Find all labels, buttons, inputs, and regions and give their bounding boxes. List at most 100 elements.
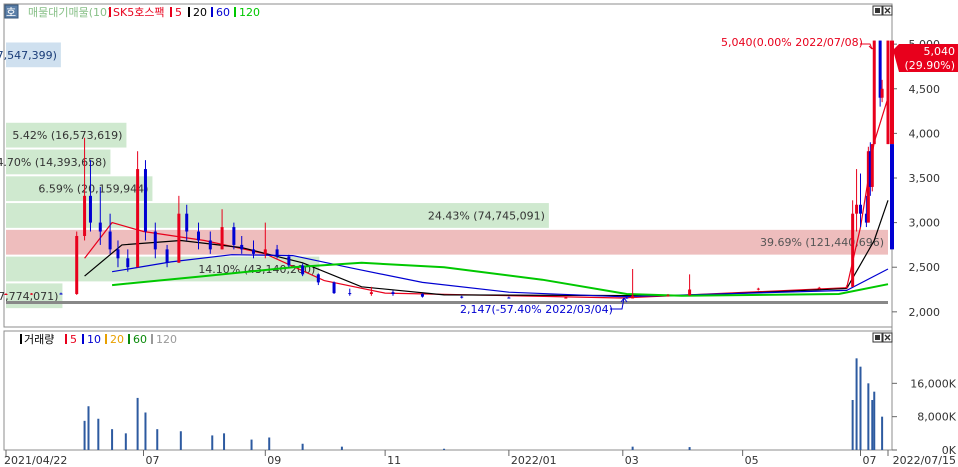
- candle-body: [263, 249, 267, 254]
- chart-canvas: 2.47% (7,547,399)5.42% (16,573,619)4.70%…: [0, 3, 958, 467]
- volume-bar: [97, 418, 100, 450]
- volume-profile-label: 5.42% (16,573,619): [12, 129, 122, 142]
- volume-bar: [881, 416, 884, 450]
- candle-body: [30, 293, 34, 295]
- candle-body: [625, 297, 629, 299]
- window-restore-icon[interactable]: [872, 332, 883, 343]
- volume-bar: [301, 443, 304, 450]
- date-tick-label: 2022/07/15: [893, 454, 956, 467]
- legend-vol-ma120[interactable]: 120: [156, 333, 177, 346]
- candle-body: [197, 231, 201, 241]
- candle-body: [208, 240, 212, 250]
- volume-profile-label: 6.59% (20,159,944): [38, 183, 148, 196]
- candle-body: [232, 227, 236, 245]
- legend-vol-ma20[interactable]: 20: [110, 333, 124, 346]
- volume-bar: [268, 437, 271, 450]
- candle-body: [316, 274, 320, 283]
- volume-profile-label: 2.47% (7,547,399): [0, 49, 57, 62]
- candle-body: [391, 292, 395, 294]
- volume-bar: [873, 391, 876, 450]
- volume-bar: [443, 448, 446, 450]
- volume-bar: [144, 412, 147, 450]
- date-tick-label: 09: [267, 454, 281, 467]
- svg-text:호: 호: [6, 6, 16, 19]
- candle-body: [460, 296, 464, 298]
- candle-body: [564, 297, 568, 299]
- candle-body: [4, 293, 8, 295]
- date-tick-label: 03: [625, 454, 639, 467]
- current-price: 5,040: [924, 45, 956, 58]
- candle-body: [75, 235, 79, 294]
- candle-body: [108, 231, 112, 250]
- candle-body: [880, 88, 884, 98]
- legend-swatch: [105, 334, 107, 344]
- volume-bar: [250, 439, 253, 450]
- legend-volume[interactable]: 거래량: [24, 333, 54, 346]
- date-tick-label: 07: [862, 454, 876, 467]
- low-annotation: 2,147(-57.40% 2022/03/04): [460, 303, 613, 316]
- candle-body: [756, 288, 760, 290]
- window-restore-icon[interactable]: [872, 5, 883, 16]
- candle-body: [666, 295, 670, 297]
- candle-body: [143, 169, 147, 232]
- candle-body: [870, 144, 874, 187]
- legend-swatch: [170, 7, 172, 17]
- candle-body: [126, 258, 130, 268]
- volume-bar: [124, 433, 127, 450]
- candle-body: [136, 169, 140, 268]
- legend-swatch: [20, 334, 22, 344]
- date-tick-label: 2022/01: [511, 454, 557, 467]
- candle-body: [98, 222, 102, 232]
- candle-body: [153, 231, 157, 250]
- volume-bar: [111, 429, 114, 450]
- legend-swatch: [211, 7, 213, 17]
- candle-body: [252, 249, 256, 254]
- legend-stock-name[interactable]: SK5호스팩: [113, 6, 165, 19]
- volume-axis: 0K8,000K16,000K: [892, 377, 957, 457]
- candle-body: [817, 287, 821, 289]
- current-price-box: 5,040 (29.90%): [893, 44, 958, 72]
- price-tick-label: 3,500: [909, 172, 941, 185]
- volume-bar: [340, 446, 343, 450]
- current-change: (29.90%): [904, 59, 955, 72]
- legend-vol-ma60[interactable]: 60: [133, 333, 147, 346]
- volume-bar: [211, 435, 214, 450]
- candle-body: [185, 213, 189, 232]
- candle-body: [88, 195, 92, 223]
- legend-ma5[interactable]: 5: [175, 6, 182, 19]
- candle-body: [507, 297, 511, 299]
- date-tick-label: 05: [745, 454, 759, 467]
- corner-button[interactable]: 호: [4, 4, 19, 19]
- legend-ma120[interactable]: 120: [239, 6, 260, 19]
- current-candle-body: [890, 144, 894, 250]
- high-annotation: 5,040(0.00% 2022/07/08): [721, 36, 863, 49]
- candle-body: [287, 256, 291, 266]
- volume-bar: [859, 366, 862, 450]
- candle-body: [59, 293, 63, 295]
- candle-body: [851, 213, 855, 287]
- date-tick-label: 11: [387, 454, 401, 467]
- volume-bar: [688, 447, 691, 450]
- current-candle-body: [890, 40, 894, 145]
- legend-vol-ma5[interactable]: 5: [70, 333, 77, 346]
- date-tick-label: 07: [146, 454, 160, 467]
- close-icon[interactable]: [882, 332, 893, 343]
- volume-bar: [867, 383, 870, 450]
- legend-vol-ma10[interactable]: 10: [87, 333, 101, 346]
- candle-body: [165, 249, 169, 263]
- price-tick-label: 2,000: [909, 306, 941, 319]
- legend-ma60[interactable]: 60: [216, 6, 230, 19]
- candle-body: [301, 265, 305, 275]
- candle-body: [332, 282, 336, 294]
- volume-bar: [855, 358, 858, 450]
- close-icon[interactable]: [882, 5, 893, 16]
- volume-bar: [136, 397, 139, 450]
- legend-volume-profile: 매물대기매물(10): [28, 6, 111, 19]
- candle-body: [220, 227, 224, 250]
- candle-body: [688, 289, 692, 296]
- legend-ma20[interactable]: 20: [193, 6, 207, 19]
- stock-chart-window: 2.47% (7,547,399)5.42% (16,573,619)4.70%…: [0, 0, 958, 467]
- volume-bar: [223, 433, 226, 450]
- volume-bar: [851, 400, 854, 450]
- price-tick-label: 4,500: [909, 83, 941, 96]
